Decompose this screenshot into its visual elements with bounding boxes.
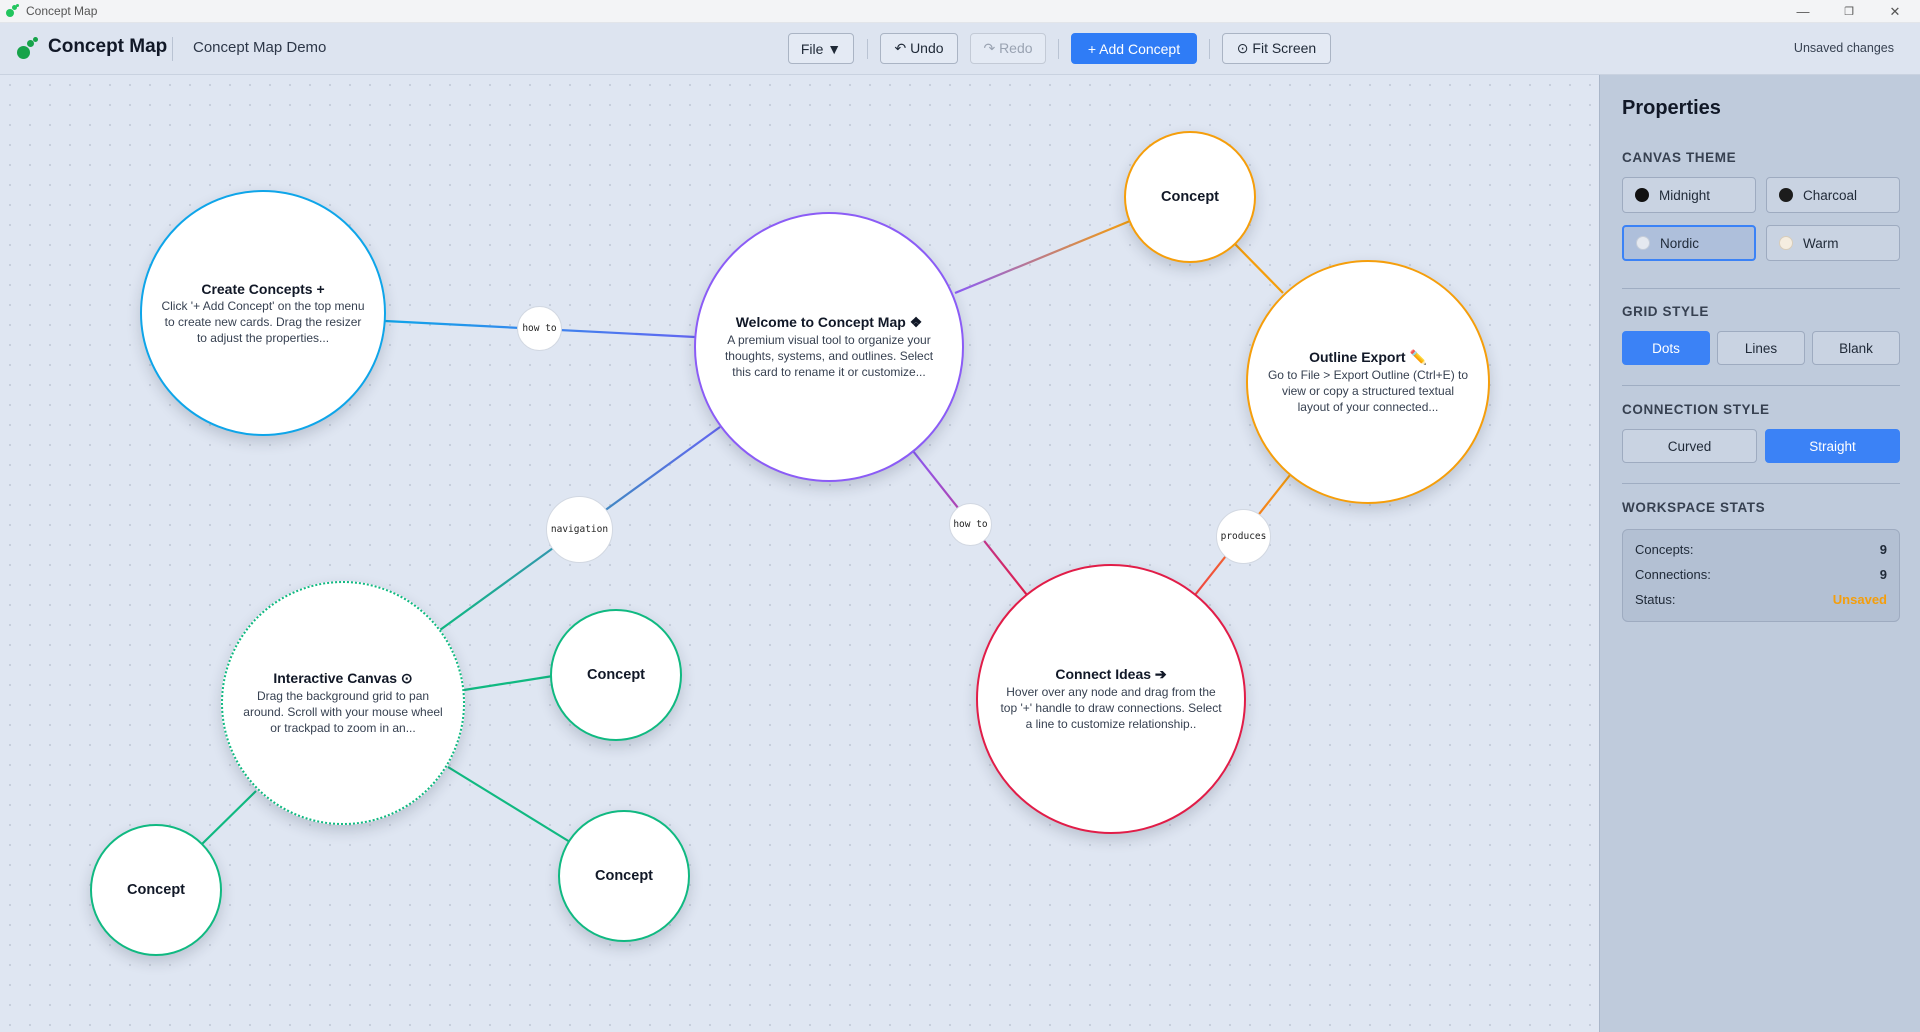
stat-label: Connections: [1635,567,1711,582]
theme-label: Charcoal [1803,187,1858,203]
canvas-theme-heading: CANVAS THEME [1622,150,1737,165]
window-titlebar: Concept Map — ❐ ✕ [0,0,1920,23]
save-status: Unsaved changes [1793,41,1894,55]
workspace-stats-box: Concepts: 9 Connections: 9 Status: Unsav… [1622,529,1900,622]
concept-node[interactable]: Concept [1124,131,1256,263]
toolbar-divider [867,39,868,59]
connection-line[interactable] [201,790,257,845]
connection-style-heading: CONNECTION STYLE [1622,402,1770,417]
node-description: Go to File > Export Outline (Ctrl+E) to … [1267,368,1469,414]
node-description: Drag the background grid to pan around. … [243,689,443,735]
section-divider [1622,483,1900,484]
grid-style-heading: GRID STYLE [1622,304,1710,319]
edge-label-how-to[interactable]: how to [517,306,562,351]
redo-button[interactable]: ↷ Redo [970,33,1046,64]
theme-label: Warm [1803,235,1839,251]
toolbar-divider [172,37,173,61]
minimize-button[interactable]: — [1780,0,1826,23]
concept-map-canvas[interactable]: how to navigation how to produces Welcom… [0,75,1599,1032]
workspace-stats-heading: WORKSPACE STATS [1622,500,1766,515]
theme-label: Nordic [1660,235,1700,251]
node-title: Concept [587,666,645,683]
panel-title: Properties [1622,97,1721,119]
section-divider [1622,385,1900,386]
node-description: A premium visual tool to organize your t… [724,333,934,379]
app-icon [6,4,20,18]
connection-straight-button[interactable]: Straight [1765,429,1900,463]
section-divider [1622,288,1900,289]
grid-dots-button[interactable]: Dots [1622,331,1710,365]
theme-label: Midnight [1659,187,1711,203]
file-menu-button[interactable]: File ▼ [788,33,854,64]
edge-label-produces[interactable]: produces [1216,509,1271,564]
color-swatch-icon [1636,236,1650,250]
theme-warm-button[interactable]: Warm [1766,225,1900,261]
stat-value: 9 [1879,542,1887,557]
grid-blank-button[interactable]: Blank [1812,331,1900,365]
stat-value: 9 [1879,567,1887,582]
window-title: Concept Map [26,4,98,18]
document-title[interactable]: Concept Map Demo [193,39,326,56]
add-concept-button[interactable]: + Add Concept [1071,33,1197,64]
connection-line[interactable] [463,674,554,692]
color-swatch-icon [1779,236,1793,250]
node-title: Concept [127,881,185,898]
stat-label: Concepts: [1635,542,1694,557]
edge-label-navigation[interactable]: navigation [546,496,613,563]
brand-name: Concept Map [48,36,168,57]
stat-concepts: Concepts: 9 [1635,542,1887,557]
connection-line[interactable] [954,219,1131,295]
connection-curved-button[interactable]: Curved [1622,429,1757,463]
connection-line[interactable] [447,766,571,843]
concept-node[interactable]: Concept [90,824,222,956]
brand-logo-icon [16,37,40,61]
fit-screen-button[interactable]: ⊙ Fit Screen [1222,33,1331,64]
color-swatch-icon [1635,188,1649,202]
concept-node-create-concepts[interactable]: Create Concepts + Click '+ Add Concept' … [140,190,386,436]
concept-node[interactable]: Concept [550,609,682,741]
top-toolbar: Concept Map Concept Map Demo File ▼ ↶ Un… [0,23,1920,75]
concept-node-welcome[interactable]: Welcome to Concept Map ❖ A premium visua… [694,212,964,482]
properties-panel: Properties CANVAS THEME Midnight Charcoa… [1599,75,1920,1032]
concept-node-connect-ideas[interactable]: Connect Ideas ➔ Hover over any node and … [976,564,1246,834]
concept-node-outline-export[interactable]: Outline Export ✏️ Go to File > Export Ou… [1246,260,1490,504]
stat-status: Status: Unsaved [1635,592,1887,607]
theme-charcoal-button[interactable]: Charcoal [1766,177,1900,213]
toolbar-divider [1058,39,1059,59]
node-description: Hover over any node and drag from the to… [1000,685,1222,731]
node-title: Concept [1161,188,1219,205]
node-title: Interactive Canvas ⊙ [273,670,413,686]
stat-label: Status: [1635,592,1676,607]
color-swatch-icon [1779,188,1793,202]
status-value: Unsaved [1832,592,1887,607]
node-description: Click '+ Add Concept' on the top menu to… [161,298,365,345]
node-title: Welcome to Concept Map ❖ [735,314,923,330]
node-title: Connect Ideas ➔ [1055,666,1167,682]
grid-lines-button[interactable]: Lines [1717,331,1805,365]
maximize-button[interactable]: ❐ [1826,0,1872,23]
theme-midnight-button[interactable]: Midnight [1622,177,1756,213]
toolbar-divider [1209,39,1210,59]
node-title: Outline Export ✏️ [1309,349,1427,365]
theme-nordic-button[interactable]: Nordic [1622,225,1756,261]
node-title: Create Concepts + [201,280,325,297]
node-title: Concept [595,867,653,884]
concept-node[interactable]: Concept [558,810,690,942]
connection-line[interactable] [1233,242,1284,294]
close-button[interactable]: ✕ [1872,0,1918,23]
undo-button[interactable]: ↶ Undo [880,33,958,64]
concept-node-interactive-canvas[interactable]: Interactive Canvas ⊙ Drag the background… [221,581,465,825]
stat-connections: Connections: 9 [1635,567,1887,582]
edge-label-how-to[interactable]: how to [949,503,992,546]
